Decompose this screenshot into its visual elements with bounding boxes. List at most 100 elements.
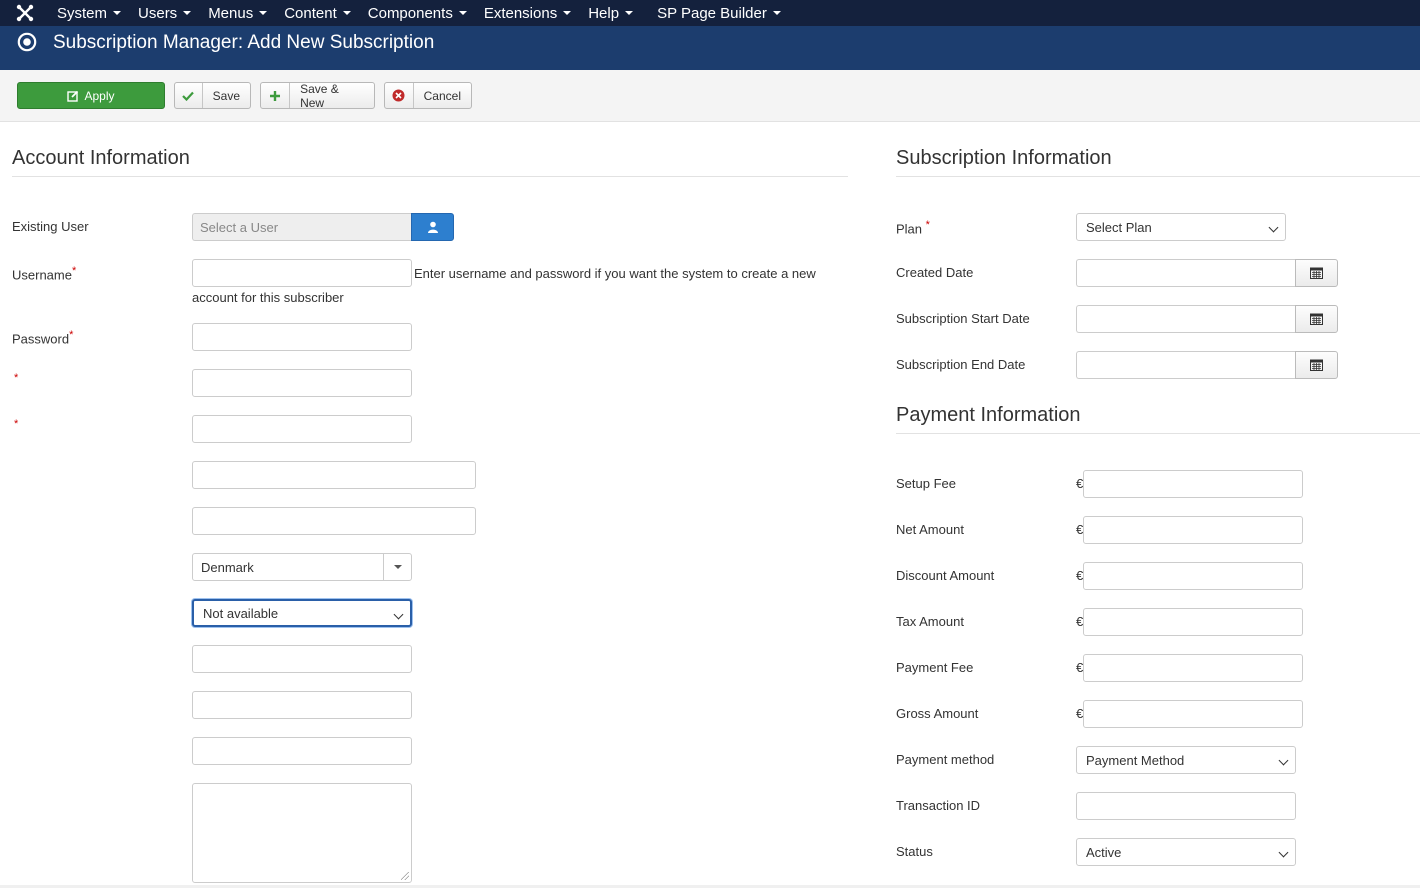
calendar-icon [1310,313,1323,325]
plan-select[interactable]: Select Plan [1076,213,1286,241]
username-help-text: Enter username and password if you want … [192,262,832,310]
caret-down-icon [259,11,268,15]
end-date-button[interactable] [1295,351,1338,379]
comment-textarea[interactable] [192,783,412,883]
payment-method-label: Payment method [896,752,995,767]
tax-amount-input[interactable] [1083,608,1303,636]
setup-fee-input[interactable] [1083,470,1303,498]
menu-label: Menus [208,4,254,22]
save-button[interactable]: Save [174,82,251,109]
payment-section-title: Payment Information [896,404,1081,426]
menu-label: Content [284,4,337,22]
select-user-button[interactable] [411,213,454,241]
caret-down-icon [393,565,402,569]
created-date-button[interactable] [1295,259,1338,287]
top-navbar: System Users Menus Content Components Ex… [0,0,1420,26]
last-name-input[interactable] [192,415,412,443]
country-select[interactable]: Denmark [192,553,412,581]
password-label: Password* [12,329,73,346]
state-value: Not available [203,605,279,621]
payment-method-value: Payment Method [1086,752,1185,768]
phone-input[interactable] [192,737,412,765]
menu-label: Users [138,4,178,22]
plan-value: Select Plan [1086,219,1152,235]
gross-amount-input[interactable] [1083,700,1303,728]
caret-down-icon [183,11,192,15]
user-icon [427,221,438,233]
menu-system[interactable]: System [57,0,131,26]
save-and-new-button[interactable]: Save & New [260,81,375,110]
username-label-text: Username [12,267,72,283]
caret-down-icon [113,11,122,15]
chevron-down-icon [1268,222,1279,233]
city-input[interactable] [192,645,412,673]
menu-menus[interactable]: Menus [208,0,277,26]
payment-method-select[interactable]: Payment Method [1076,746,1296,774]
menu-label: Extensions [483,4,558,22]
toolbar: Apply Save Save & New Cancel [0,70,1420,122]
calendar-icon [1310,267,1323,279]
discount-amount-label: Discount Amount [896,568,995,583]
address2-input[interactable] [192,507,476,535]
joomla-icon[interactable] [0,0,50,26]
save-label: Save [212,88,240,103]
discount-amount-input[interactable] [1083,562,1303,590]
menu-help[interactable]: Help [588,0,643,26]
transaction-id-label: Transaction ID [896,798,981,813]
status-select[interactable]: Active [1076,838,1296,866]
required-mark: * [925,219,930,231]
country-value: Denmark [201,559,254,575]
existing-user-label: Existing User [12,219,89,234]
required-mark: * [71,265,77,277]
divider [12,176,848,177]
existing-user-field[interactable]: Select a User [192,213,412,241]
chevron-down-icon [1278,847,1289,858]
payment-fee-input[interactable] [1083,654,1303,682]
calendar-icon [1310,359,1323,371]
start-date-button[interactable] [1295,305,1338,333]
resize-handle-icon[interactable] [401,872,409,880]
caret-down-icon [625,11,634,15]
zip-input[interactable] [192,691,412,719]
menu-label: SP Page Builder [657,4,767,22]
start-date-label: Subscription Start Date [896,311,1030,326]
first-name-input[interactable] [192,369,412,397]
subscription-section-title: Subscription Information [896,147,1112,169]
created-date-label: Created Date [896,265,974,280]
menu-label: System [57,4,108,22]
net-amount-label: Net Amount [896,522,964,537]
caret-down-icon [563,11,572,15]
menu-content[interactable]: Content [284,0,361,26]
chevron-down-icon [1278,755,1289,766]
payment-fee-label: Payment Fee [896,660,974,675]
required-field-label: * [14,418,18,435]
menu-label: Components [367,4,453,22]
page-title: Subscription Manager: Add New Subscripti… [53,32,435,53]
state-select[interactable]: Not available [192,599,412,627]
address-input[interactable] [192,461,476,489]
gross-amount-label: Gross Amount [896,706,979,721]
start-date-input[interactable] [1076,305,1296,333]
end-date-label: Subscription End Date [896,357,1026,372]
dropdown-toggle[interactable] [383,554,411,580]
plan-label-text: Plan [896,221,923,237]
status-value: Active [1086,844,1122,860]
menu-users[interactable]: Users [138,0,201,26]
save-and-new-label: Save & New [300,81,339,110]
menu-sp-page-builder[interactable]: SP Page Builder [657,0,791,26]
check-icon [175,83,203,108]
created-date-input[interactable] [1076,259,1296,287]
title-bar: Subscription Manager: Add New Subscripti… [0,26,1420,70]
transaction-id-input[interactable] [1076,792,1296,820]
menu-components[interactable]: Components [368,0,477,26]
cancel-icon [385,83,414,108]
caret-down-icon [772,11,781,15]
end-date-input[interactable] [1076,351,1296,379]
required-mark: * [14,372,19,384]
cancel-button[interactable]: Cancel [384,82,472,109]
net-amount-input[interactable] [1083,516,1303,544]
caret-down-icon [458,11,467,15]
apply-button[interactable]: Apply [17,82,165,109]
menu-extensions[interactable]: Extensions [484,0,581,26]
password-input[interactable] [192,323,412,351]
